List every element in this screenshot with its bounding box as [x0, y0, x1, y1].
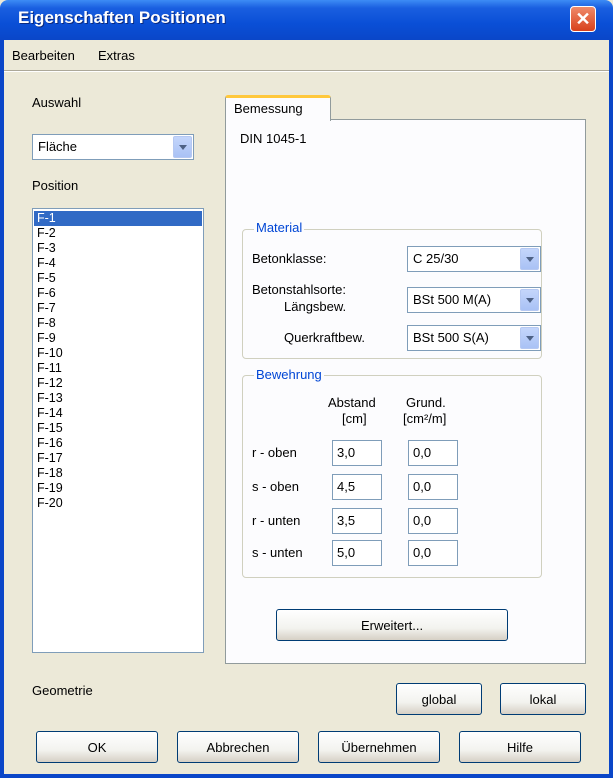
uebernehmen-label: Übernehmen	[341, 740, 417, 755]
grund-value: 0,0	[413, 513, 432, 528]
window-frame-left	[0, 40, 4, 778]
position-list-item[interactable]: F-18	[34, 466, 202, 481]
betonklasse-select[interactable]: C 25/30	[407, 246, 541, 272]
position-list-item[interactable]: F-4	[34, 256, 202, 271]
grund-input[interactable]: 0,0	[408, 474, 458, 500]
abbrechen-label: Abbrechen	[206, 740, 270, 755]
abstand-value: 5,0	[337, 545, 356, 560]
uebernehmen-button[interactable]: Übernehmen	[318, 731, 440, 763]
position-list[interactable]: F-1 F-2 F-3 F-4 F-5 F-6 F-7 F-8 F-9 F-10 F-11 F-12 F…	[32, 208, 204, 653]
position-list-item[interactable]: F-1	[34, 211, 202, 226]
position-label: Position	[32, 178, 79, 193]
laengsbew-select[interactable]: BSt 500 M(A)	[407, 287, 541, 313]
position-list-item[interactable]: F-12	[34, 376, 202, 391]
abstand-value: 3,5	[337, 513, 356, 528]
bewehrung-group-title: Bewehrung	[254, 367, 324, 382]
grund-input[interactable]: 0,0	[408, 508, 458, 534]
norm-label: DIN 1045-1	[240, 131, 307, 146]
position-list-item[interactable]: F-17	[34, 451, 202, 466]
position-list-item[interactable]: F-3	[34, 241, 202, 256]
abbrechen-button[interactable]: Abbrechen	[177, 731, 299, 763]
position-list-item[interactable]: F-5	[34, 271, 202, 286]
hilfe-button[interactable]: Hilfe	[459, 731, 581, 763]
position-list-item[interactable]: F-7	[34, 301, 202, 316]
bewehrung-row-label: r - oben	[252, 445, 297, 460]
laengsbew-label: Längsbew.	[284, 299, 347, 314]
bewehrung-row-label: s - unten	[252, 545, 303, 560]
abstand-value: 4,5	[337, 479, 356, 494]
abstand-unit: [cm]	[342, 411, 367, 426]
position-list-item[interactable]: F-6	[34, 286, 202, 301]
bewehrung-row-label: s - oben	[252, 479, 299, 494]
position-list-item[interactable]: F-14	[34, 406, 202, 421]
hilfe-label: Hilfe	[506, 740, 533, 755]
auswahl-value: Fläche	[38, 139, 78, 154]
menu-separator	[4, 70, 609, 72]
global-button[interactable]: global	[396, 683, 482, 715]
chevron-down-icon[interactable]	[520, 289, 539, 311]
lokal-button[interactable]: lokal	[500, 683, 586, 715]
betonklasse-label: Betonklasse:	[252, 251, 327, 266]
lokal-label: lokal	[529, 692, 557, 707]
chevron-down-icon[interactable]	[520, 248, 539, 270]
position-list-item[interactable]: F-13	[34, 391, 202, 406]
chevron-down-icon[interactable]	[520, 327, 539, 349]
grund-value: 0,0	[413, 545, 432, 560]
menu-extras[interactable]: Extras	[98, 48, 135, 63]
position-list-item[interactable]: F-2	[34, 226, 202, 241]
chevron-down-icon[interactable]	[173, 136, 192, 158]
erweitert-label: Erweitert...	[360, 618, 424, 633]
position-list-item[interactable]: F-10	[34, 346, 202, 361]
position-list-item[interactable]: F-11	[34, 361, 202, 376]
position-list-item[interactable]: F-9	[34, 331, 202, 346]
auswahl-label: Auswahl	[32, 95, 82, 110]
abstand-input[interactable]: 5,0	[332, 540, 382, 566]
abstand-header: Abstand	[328, 395, 376, 410]
ok-label: OK	[87, 740, 107, 755]
tab-label: Bemessung	[234, 101, 303, 116]
grund-input[interactable]: 0,0	[408, 440, 458, 466]
window-title: Eigenschaften Positionen	[18, 8, 226, 27]
querkraftbew-select[interactable]: BSt 500 S(A)	[407, 325, 541, 351]
abstand-value: 3,0	[337, 445, 356, 460]
grund-unit: [cm²/m]	[403, 411, 447, 426]
ok-button[interactable]: OK	[36, 731, 158, 763]
window-frame-bottom	[0, 774, 613, 778]
erweitert-button[interactable]: Erweitert...	[276, 609, 508, 641]
position-list-item[interactable]: F-20	[34, 496, 202, 511]
position-list-item[interactable]: F-16	[34, 436, 202, 451]
auswahl-select[interactable]: Fläche	[32, 134, 194, 160]
menu-bearbeiten[interactable]: Bearbeiten	[12, 48, 75, 63]
grund-header: Grund.	[406, 395, 446, 410]
window-frame-right	[609, 40, 613, 778]
geometrie-label: Geometrie	[32, 683, 93, 698]
abstand-input[interactable]: 4,5	[332, 474, 382, 500]
betonstahlsorte-label: Betonstahlsorte:	[252, 282, 346, 297]
betonklasse-value: C 25/30	[413, 251, 459, 266]
bewehrung-row-label: r - unten	[252, 513, 301, 528]
global-label: global	[421, 692, 457, 707]
grund-value: 0,0	[413, 445, 432, 460]
querkraftbew-label: Querkraftbew.	[284, 330, 365, 345]
grund-value: 0,0	[413, 479, 432, 494]
laengsbew-value: BSt 500 M(A)	[413, 292, 492, 307]
position-list-item[interactable]: F-19	[34, 481, 202, 496]
close-button[interactable]: ✕	[570, 6, 596, 32]
abstand-input[interactable]: 3,5	[332, 508, 382, 534]
querkraftbew-value: BSt 500 S(A)	[413, 330, 489, 345]
tab-bemessung[interactable]: Bemessung	[225, 95, 331, 121]
abstand-input[interactable]: 3,0	[332, 440, 382, 466]
material-group-title: Material	[254, 220, 305, 235]
grund-input[interactable]: 0,0	[408, 540, 458, 566]
position-list-item[interactable]: F-15	[34, 421, 202, 436]
close-icon: ✕	[575, 9, 591, 29]
position-list-item[interactable]: F-8	[34, 316, 202, 331]
